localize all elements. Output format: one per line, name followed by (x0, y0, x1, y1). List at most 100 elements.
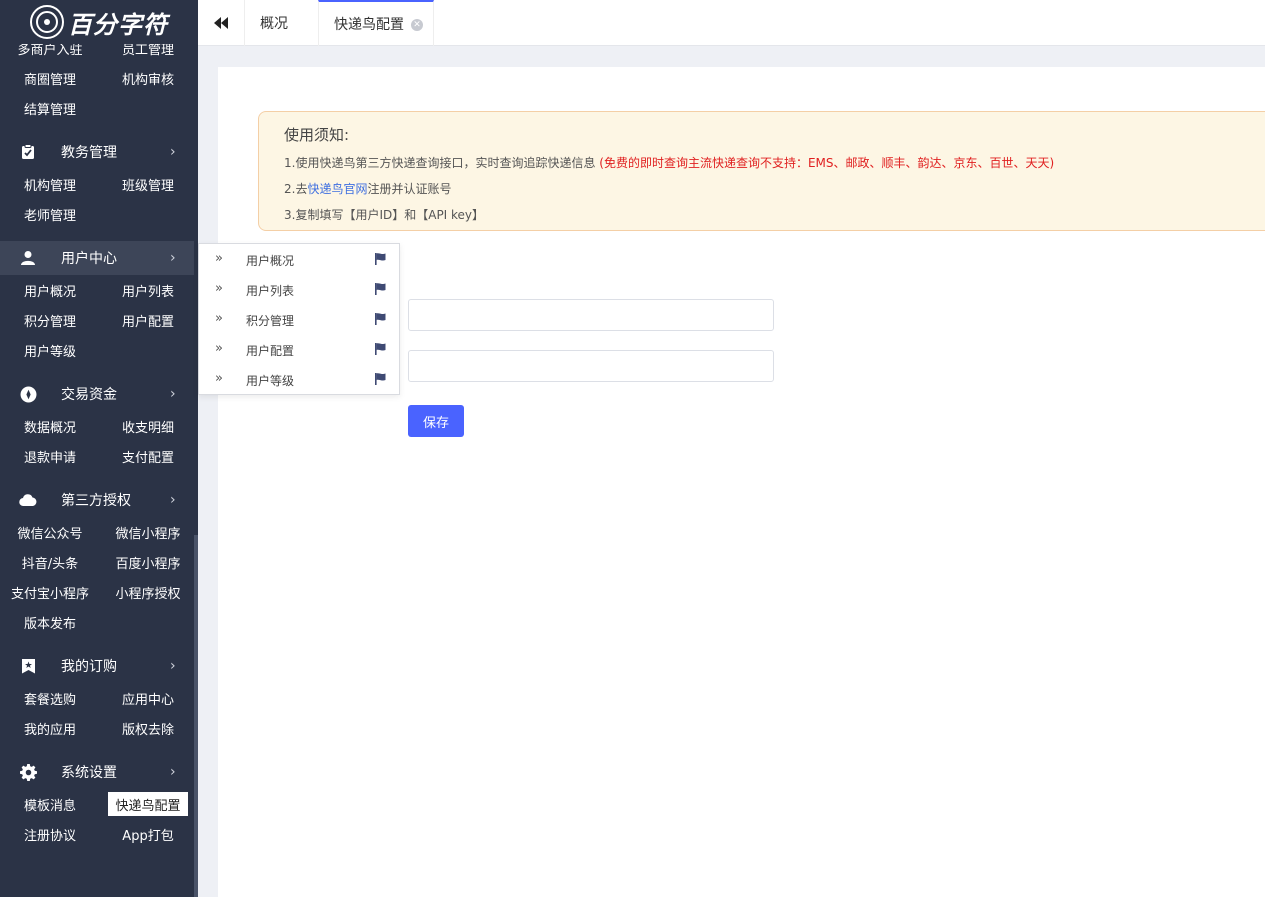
sidebar-sub-row: 数据概况 收支明细 (0, 411, 194, 441)
notice-line-1-warning: (免费的即时查询主流快递查询不支持：EMS、邮政、顺丰、韵达、京东、百世、天天) (599, 156, 1055, 170)
sidebar-item[interactable]: 班级管理 (108, 172, 188, 196)
api-key-field[interactable] (408, 350, 774, 382)
sidebar-sub-row: 微信公众号 微信小程序 (0, 517, 194, 547)
sidebar-group[interactable]: 交易资金 › (0, 377, 194, 411)
kdniao-website-link[interactable]: 快递鸟官网 (307, 182, 367, 196)
sidebar-sub-row: 模板消息 快递鸟配置 (0, 789, 194, 819)
sidebar-item[interactable]: 商圈管理 (10, 66, 90, 90)
double-chevron-left-icon (214, 17, 228, 29)
sidebar-item[interactable]: 我的应用 (10, 716, 90, 740)
content-panel: 使用须知: 1.使用快递鸟第三方快递查询接口，实时查询追踪快递信息 (免费的即时… (218, 67, 1265, 897)
sidebar-item[interactable]: 用户配置 (108, 308, 188, 332)
sidebar-item[interactable]: 数据概况 (10, 414, 90, 438)
sidebar-item[interactable]: 快递鸟配置 (108, 792, 188, 816)
tab-label: 概况 (260, 16, 288, 32)
sidebar-item[interactable]: 微信公众号 (10, 520, 90, 544)
notice-title: 使用须知: (284, 126, 350, 144)
notice-line-2: 2.去快递鸟官网注册并认证账号 (284, 180, 451, 197)
notice-line-2-suffix: 注册并认证账号 (367, 182, 452, 196)
user-id-field[interactable] (408, 299, 774, 331)
sidebar-group[interactable]: 用户中心 › (0, 241, 194, 275)
flyout-item[interactable]: » 用户等级 (199, 365, 399, 395)
sidebar-sub-row: 抖音/头条 百度小程序 (0, 547, 194, 577)
sidebar-item[interactable]: 积分管理 (10, 308, 90, 332)
collapse-sidebar-button[interactable] (198, 0, 244, 46)
sidebar-item[interactable]: 小程序授权 (108, 580, 188, 604)
sidebar-sub-row: 老师管理 (0, 199, 194, 229)
tab-overview[interactable]: 概况 (244, 0, 318, 46)
sidebar-item[interactable]: 支付配置 (108, 444, 188, 468)
sidebar-item[interactable]: 模板消息 (10, 792, 90, 816)
sidebar-sub-row: 用户概况 用户列表 (0, 275, 194, 305)
sidebar-group[interactable]: 系统设置 › (0, 755, 194, 789)
sidebar-scrollbar[interactable] (194, 535, 198, 897)
flag-icon[interactable] (375, 313, 386, 329)
double-chevron-right-icon: » (215, 341, 223, 356)
chevron-right-icon: › (170, 144, 176, 160)
sidebar-item[interactable]: 支付宝小程序 (10, 580, 90, 604)
sidebar-item[interactable]: 用户等级 (10, 338, 90, 362)
sidebar-item[interactable]: 百度小程序 (108, 550, 188, 574)
flyout-item-label: 用户配置 (246, 344, 295, 358)
sidebar-sub-row: 我的应用 版权去除 (0, 713, 194, 743)
notice-line-3: 3.复制填写【用户ID】和【API key】 (284, 208, 485, 222)
flyout-item[interactable]: » 用户概况 (199, 245, 399, 275)
tab-kdniao-config[interactable]: 快递鸟配置 ✕ (318, 0, 434, 46)
sidebar-item[interactable]: 应用中心 (108, 686, 188, 710)
chevron-right-icon: › (170, 492, 176, 508)
flag-icon[interactable] (375, 253, 386, 269)
sidebar-item[interactable]: 用户概况 (10, 278, 90, 302)
double-chevron-right-icon: » (215, 281, 223, 296)
sidebar-item[interactable]: 抖音/头条 (10, 550, 90, 574)
notice-line-1: 1.使用快递鸟第三方快递查询接口，实时查询追踪快递信息 (免费的即时查询主流快递… (284, 154, 1054, 171)
close-icon[interactable]: ✕ (411, 19, 423, 31)
sidebar-item[interactable]: 老师管理 (10, 202, 90, 226)
sidebar-item[interactable]: 退款申请 (10, 444, 90, 468)
sidebar-item[interactable]: 机构管理 (10, 172, 90, 196)
flyout-item-label: 用户概况 (246, 254, 295, 268)
sidebar-sub-row: 用户等级 (0, 335, 194, 365)
sidebar-group[interactable]: 教务管理 › (0, 135, 194, 169)
flyout-item-label: 用户等级 (246, 374, 295, 388)
sidebar-group-label: 用户中心 (61, 251, 117, 267)
tab-label: 快递鸟配置 (334, 17, 404, 33)
sidebar-item[interactable]: 版本发布 (10, 610, 90, 634)
flyout-item[interactable]: » 用户列表 (199, 275, 399, 305)
clipboard-icon (19, 143, 37, 161)
logo[interactable]: 百分字符 (0, 0, 198, 44)
flyout-item[interactable]: » 用户配置 (199, 335, 399, 365)
sidebar-sub-row: 积分管理 用户配置 (0, 305, 194, 335)
sidebar-item[interactable]: 收支明细 (108, 414, 188, 438)
sidebar-group[interactable]: 第三方授权 › (0, 483, 194, 517)
flyout-item-label: 用户列表 (246, 284, 295, 298)
user-icon (19, 249, 37, 267)
sidebar-item[interactable]: 微信小程序 (108, 520, 188, 544)
sidebar-item[interactable]: 机构审核 (108, 66, 188, 90)
flyout-item[interactable]: » 积分管理 (199, 305, 399, 335)
sidebar-sub-row: 机构管理 班级管理 (0, 169, 194, 199)
sidebar-sub-row: 退款申请 支付配置 (0, 441, 194, 471)
sidebar-sub-row: 注册协议 App打包 (0, 819, 194, 849)
sidebar-item[interactable]: 版权去除 (108, 716, 188, 740)
user-center-flyout: » 用户概况 » 用户列表 » 积分管理 » 用户配置 » 用户等级 (198, 243, 400, 395)
double-chevron-right-icon: » (215, 371, 223, 386)
notice-line-2-prefix: 2.去 (284, 182, 308, 196)
sidebar-item[interactable]: 套餐选购 (10, 686, 90, 710)
gear-icon (19, 763, 37, 781)
flag-icon[interactable] (375, 283, 386, 299)
sidebar-group[interactable]: 我的订购 › (0, 649, 194, 683)
brand-name: 百分字符 (68, 10, 168, 39)
sidebar-item[interactable]: 用户列表 (108, 278, 188, 302)
sidebar-item[interactable]: 注册协议 (10, 822, 90, 846)
sidebar-item[interactable]: 结算管理 (10, 96, 90, 120)
sidebar-sub-row: 版本发布 (0, 607, 194, 637)
save-button[interactable]: 保存 (408, 405, 464, 437)
flag-icon[interactable] (375, 343, 386, 359)
sidebar-item[interactable]: App打包 (108, 822, 188, 846)
sidebar: 多商户入驻 员工管理 商圈管理 机构审核 结算管理 教务管理 › 机构管理 班级管理 老师管理 用户… (0, 0, 198, 897)
flyout-item-label: 积分管理 (246, 314, 295, 328)
sidebar-group-label: 交易资金 (61, 387, 117, 403)
compass-icon (19, 385, 37, 403)
sidebar-group-label: 我的订购 (61, 659, 117, 675)
flag-icon[interactable] (375, 373, 386, 389)
